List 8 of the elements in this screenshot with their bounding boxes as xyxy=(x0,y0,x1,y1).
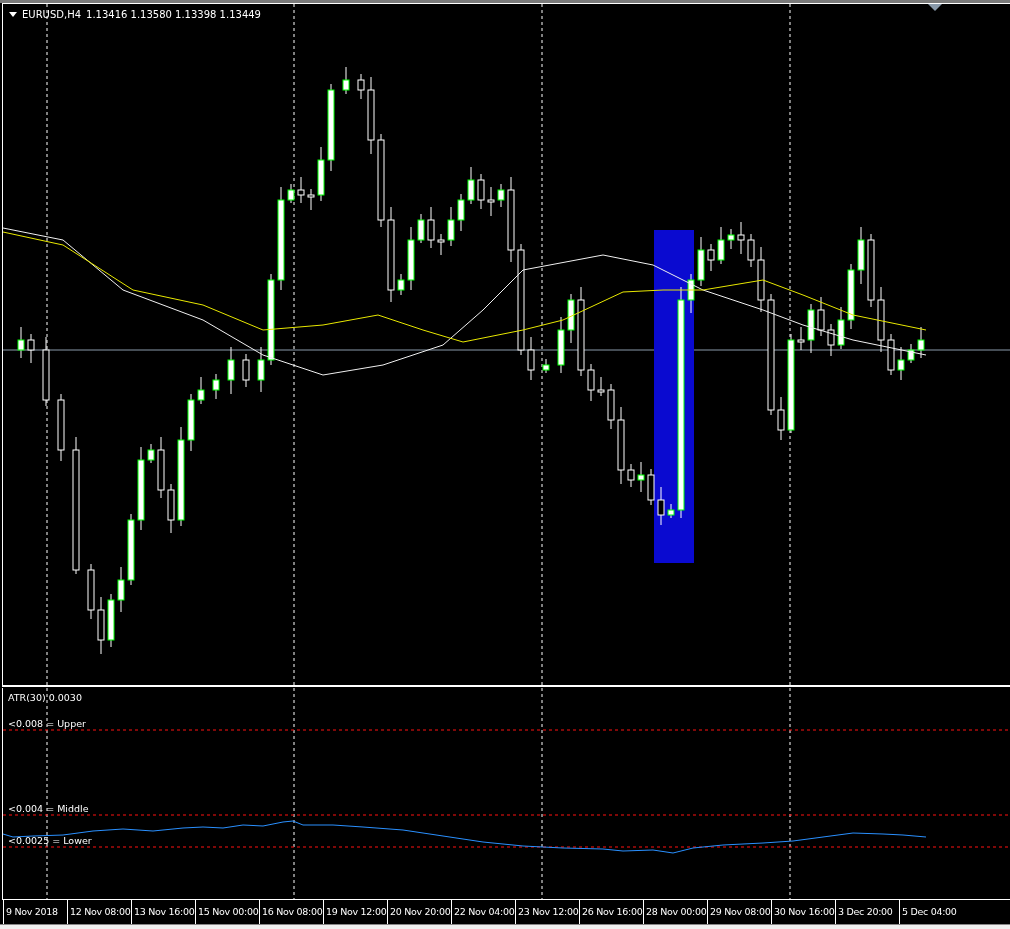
symbol-label: EURUSD,H4 xyxy=(22,8,81,22)
level-label: <0.008 = Upper xyxy=(8,717,86,731)
level-label: <0.004 = Middle xyxy=(8,802,89,816)
caret-icon[interactable] xyxy=(9,12,17,17)
level-label: <0.0025 = Lower xyxy=(8,834,92,848)
shift-marker-icon xyxy=(928,4,942,11)
indicator-title: ATR(30) 0.0030 xyxy=(8,691,82,705)
price-readout: 1.13416 1.13580 1.13398 1.13449 xyxy=(86,8,261,22)
